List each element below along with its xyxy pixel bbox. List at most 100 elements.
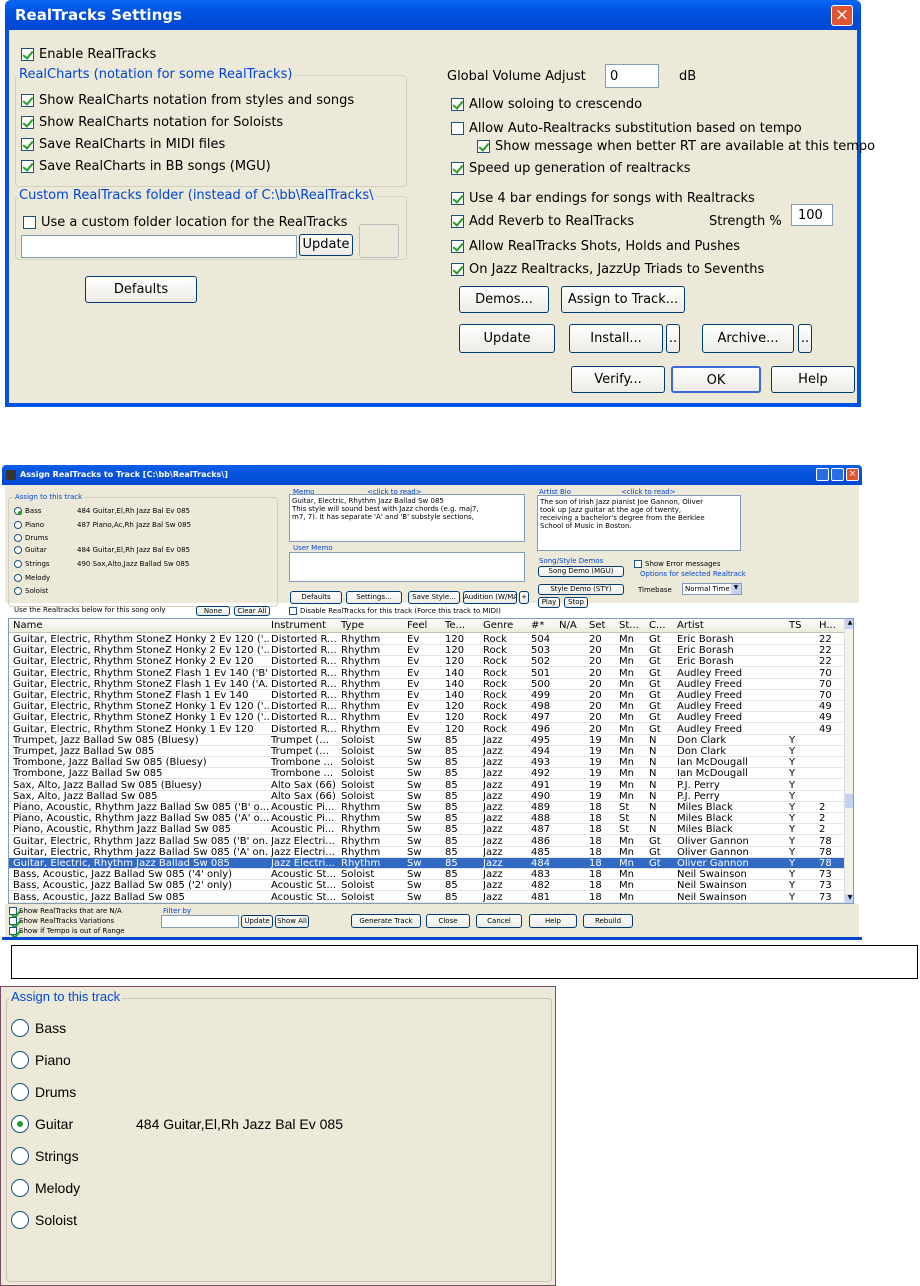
table-row[interactable]: Guitar, Electric, Rhythm Jazz Ballad Sw …: [9, 847, 845, 858]
add-reverb-checkbox[interactable]: [451, 215, 464, 228]
artist-bio-box[interactable]: The son of Irish Jazz pianist Joe Gannon…: [537, 495, 741, 551]
defaults-button[interactable]: Defaults: [85, 276, 197, 303]
track-radio-bass[interactable]: [14, 507, 22, 515]
enable-realtracks-checkbox[interactable]: [21, 48, 34, 61]
song-demo-button[interactable]: Song Demo (MGU): [538, 566, 624, 577]
track-radio-piano[interactable]: [14, 521, 22, 529]
zoom-radio-melody[interactable]: [11, 1179, 29, 1197]
table-row[interactable]: Bass, Acoustic, Jazz Ballad Sw 085 ('2' …: [9, 880, 845, 892]
scroll-down-icon[interactable]: ▼: [845, 894, 853, 903]
maximize-icon[interactable]: [831, 468, 844, 481]
table-row[interactable]: Sax, Alto, Jazz Ballad Sw 085 (Bluesy) Al…: [9, 780, 845, 791]
zoom-radio-piano[interactable]: [11, 1051, 29, 1069]
table-row[interactable]: Guitar, Electric, Rhythm StoneZ Flash 1 …: [9, 668, 845, 679]
table-row[interactable]: Guitar, Electric, Rhythm StoneZ Honky 1 …: [9, 701, 845, 713]
table-row[interactable]: Guitar, Electric, Rhythm StoneZ Honky 1 …: [9, 712, 845, 724]
demos-button[interactable]: Demos...: [459, 286, 549, 313]
filter-update-button[interactable]: Update: [241, 915, 273, 928]
custom-folder-checkbox[interactable]: [23, 216, 36, 229]
help-button[interactable]: Help: [771, 366, 855, 393]
column-header[interactable]: Artist: [677, 620, 787, 631]
table-row[interactable]: Trombone, Jazz Ballad Sw 085 (Bluesy) Tro…: [9, 757, 845, 769]
table-row[interactable]: Trumpet, Jazz Ballad Sw 085 Trumpet (... S…: [9, 746, 845, 757]
auto-substitution-checkbox[interactable]: [451, 122, 464, 135]
install-more-button[interactable]: ..: [666, 324, 680, 353]
disable-realtracks-checkbox[interactable]: [289, 607, 297, 615]
table-row[interactable]: Guitar, Electric, Rhythm StoneZ Honky 2 …: [9, 645, 845, 657]
show-na-checkbox[interactable]: [9, 907, 17, 915]
strength-input[interactable]: 100: [791, 204, 833, 226]
close-button[interactable]: ×: [831, 5, 853, 26]
table-row[interactable]: Guitar, Electric, Rhythm StoneZ Honky 2 …: [9, 634, 845, 645]
column-header[interactable]: Genre: [483, 620, 529, 631]
four-bar-endings-checkbox[interactable]: [451, 192, 464, 205]
custom-folder-update-button[interactable]: Update: [299, 234, 353, 256]
table-row[interactable]: Trumpet, Jazz Ballad Sw 085 (Bluesy) Trum…: [9, 735, 845, 746]
show-tempo-checkbox[interactable]: [9, 927, 17, 935]
zoom-radio-soloist[interactable]: [11, 1211, 29, 1229]
timebase-select[interactable]: Normal Time ▼: [682, 583, 742, 595]
play-button[interactable]: Play: [538, 597, 560, 608]
table-row[interactable]: Guitar, Electric, Rhythm Jazz Ballad Sw …: [9, 858, 845, 869]
table-scrollbar[interactable]: ▲ ▼: [844, 619, 853, 903]
track-radio-guitar[interactable]: [14, 546, 22, 554]
cancel-button[interactable]: Cancel: [476, 914, 522, 928]
scroll-up-icon[interactable]: ▲: [845, 619, 853, 629]
none-button[interactable]: None: [196, 606, 230, 616]
settings-button[interactable]: Settings...: [346, 591, 402, 604]
column-header[interactable]: TS: [789, 620, 817, 631]
assign-defaults-button[interactable]: Defaults: [290, 591, 342, 604]
ok-button[interactable]: OK: [671, 366, 761, 393]
speed-up-checkbox[interactable]: [451, 162, 464, 175]
global-volume-input[interactable]: 0: [605, 64, 659, 88]
audition-button[interactable]: Audition (W/MA): [463, 591, 517, 604]
show-all-button[interactable]: Show All: [275, 915, 309, 928]
table-row[interactable]: Bass, Acoustic, Jazz Ballad Sw 085 Acoust…: [9, 892, 845, 903]
table-row[interactable]: Piano, Acoustic, Rhythm Jazz Ballad Sw 0…: [9, 813, 845, 825]
zoom-radio-strings[interactable]: [11, 1147, 29, 1165]
column-header[interactable]: St...: [619, 620, 647, 631]
minimize-icon[interactable]: [816, 468, 829, 481]
save-style-button[interactable]: Save Style...: [408, 591, 460, 604]
install-button[interactable]: Install...: [569, 324, 663, 353]
archive-button[interactable]: Archive...: [702, 324, 794, 353]
column-header[interactable]: Te...: [445, 620, 481, 631]
column-header[interactable]: Set: [589, 620, 617, 631]
table-row[interactable]: Guitar, Electric, Rhythm StoneZ Honky 2 …: [9, 656, 845, 668]
table-row[interactable]: Bass, Acoustic, Jazz Ballad Sw 085 ('4' …: [9, 869, 845, 881]
column-header[interactable]: Instrument: [271, 620, 339, 631]
zoom-radio-bass[interactable]: [11, 1019, 29, 1037]
rebuild-button[interactable]: Rebuild: [583, 914, 633, 928]
column-header[interactable]: H...: [819, 620, 843, 631]
show-better-rt-checkbox[interactable]: [477, 140, 490, 153]
table-row[interactable]: Guitar, Electric, Rhythm StoneZ Flash 1 …: [9, 679, 845, 690]
table-row[interactable]: Guitar, Electric, Rhythm Jazz Ballad Sw …: [9, 836, 845, 847]
close-button-assign[interactable]: Close: [426, 914, 470, 928]
rc1-checkbox[interactable]: [21, 94, 34, 107]
archive-more-button[interactable]: ..: [798, 324, 812, 353]
column-header[interactable]: #*: [531, 620, 557, 631]
memo-box[interactable]: Guitar, Electric, Rhythm Jazz Ballad Sw …: [289, 494, 525, 542]
table-row[interactable]: Sax, Alto, Jazz Ballad Sw 085 Alto Sax (6…: [9, 791, 845, 802]
column-header[interactable]: Type: [341, 620, 405, 631]
assign-to-track-button[interactable]: Assign to Track...: [561, 286, 685, 313]
jazzup-triads-checkbox[interactable]: [451, 263, 464, 276]
custom-folder-input[interactable]: [21, 235, 297, 258]
shots-holds-checkbox[interactable]: [451, 240, 464, 253]
column-header[interactable]: C...: [649, 620, 675, 631]
allow-soloing-checkbox[interactable]: [451, 98, 464, 111]
close-icon[interactable]: ×: [846, 468, 859, 481]
table-row[interactable]: Piano, Acoustic, Rhythm Jazz Ballad Sw 0…: [9, 802, 845, 813]
zoom-radio-drums[interactable]: [11, 1083, 29, 1101]
table-row[interactable]: Guitar, Electric, Rhythm StoneZ Honky 1 …: [9, 724, 845, 735]
user-memo-box[interactable]: [289, 552, 525, 582]
column-header[interactable]: Feel: [407, 620, 443, 631]
track-radio-soloist[interactable]: [14, 587, 22, 595]
assign-help-button[interactable]: Help: [529, 914, 577, 928]
audition-plus-button[interactable]: +: [519, 591, 529, 604]
stop-button[interactable]: Stop: [564, 597, 588, 608]
scroll-thumb[interactable]: [845, 794, 853, 808]
show-error-checkbox[interactable]: [634, 560, 642, 568]
filter-input[interactable]: [161, 915, 239, 928]
verify-button[interactable]: Verify...: [571, 366, 665, 393]
